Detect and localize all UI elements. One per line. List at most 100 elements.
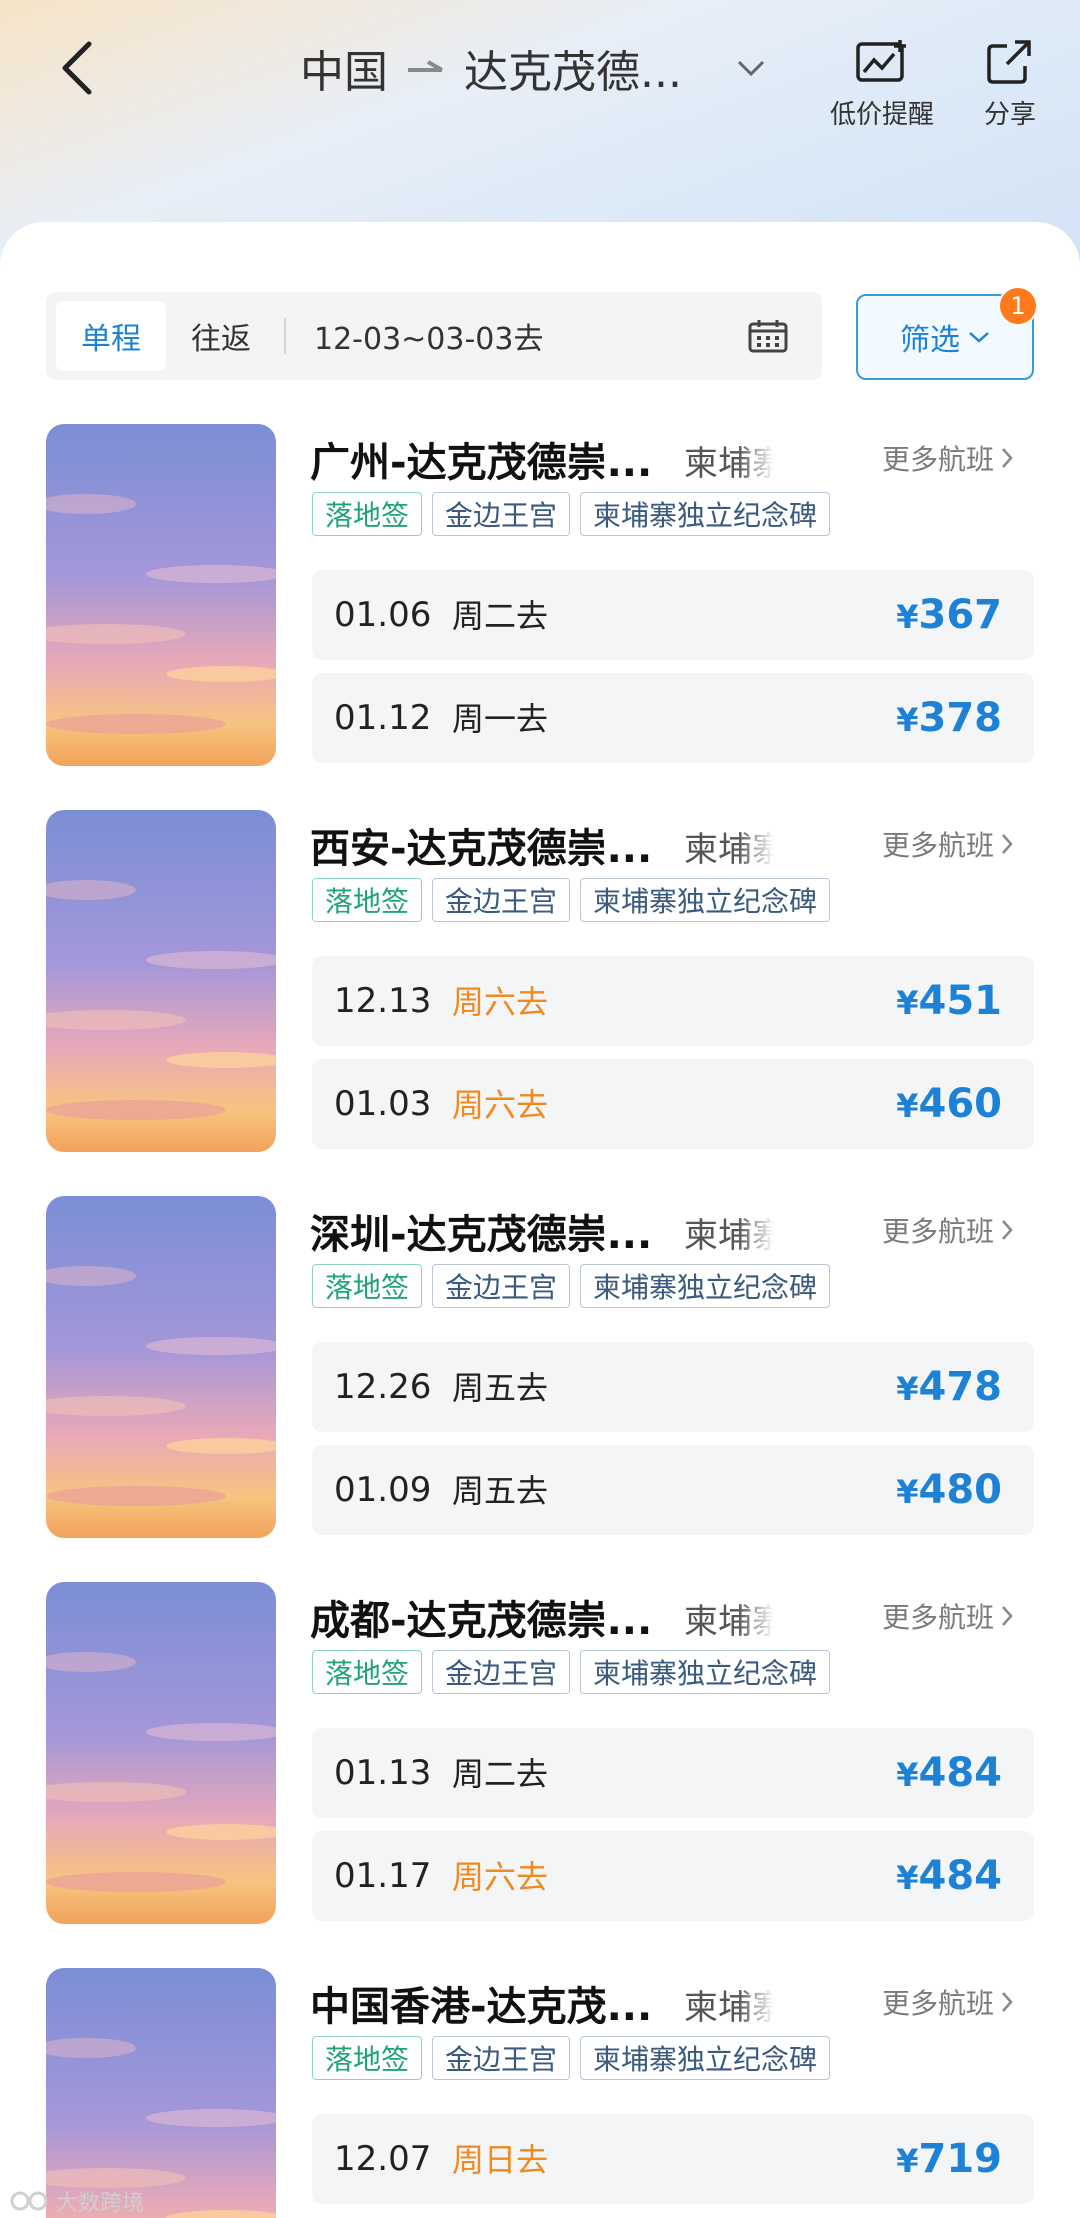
currency-symbol: ¥ xyxy=(896,1087,919,1125)
price-alert-label: 低价提醒 xyxy=(829,100,934,130)
destination-tag: 金边王宫 xyxy=(432,878,571,922)
price-value: 478 xyxy=(918,1364,1003,1410)
watermark: 大数跨境 xyxy=(10,2186,144,2216)
destination-tag: 柬埔寨独立纪念碑 xyxy=(580,1650,831,1694)
price-value: 367 xyxy=(918,592,1003,638)
destination-country: 柬埔寨 xyxy=(684,444,774,482)
fare-row[interactable]: 01.06 周二去 ¥367 xyxy=(312,570,1034,660)
destination-tag: 柬埔寨独立纪念碑 xyxy=(580,878,831,922)
chevron-right-icon xyxy=(1002,448,1013,468)
back-button[interactable] xyxy=(52,38,102,98)
departure-weekday: 周一去 xyxy=(452,700,549,738)
more-flights-link[interactable]: 更多航班 xyxy=(882,1596,1014,1636)
destination-card[interactable]: 西安-达克茂德崇... 柬埔寨 更多航班落地签 金边王宫 柬埔寨独立纪念碑 12.13 周六… xyxy=(0,810,1080,1156)
tab-one-way[interactable]: 单程 xyxy=(56,301,166,371)
chevron-right-icon xyxy=(1002,1992,1013,2012)
destination-tags: 落地签 金边王宫 柬埔寨独立纪念碑 xyxy=(312,1650,831,1694)
origin-city: 中国 xyxy=(300,47,388,98)
destination-country: 柬埔寨 xyxy=(684,1602,774,1640)
fare-row[interactable]: 01.09 周五去 ¥480 xyxy=(312,1445,1034,1535)
tab-round-trip[interactable]: 往返 xyxy=(166,301,276,371)
back-arrow-icon xyxy=(62,41,92,95)
destination-tags: 落地签 金边王宫 柬埔寨独立纪念碑 xyxy=(312,2036,831,2080)
chevron-right-icon xyxy=(1002,1606,1013,1626)
destination-tag: 金边王宫 xyxy=(432,1264,571,1308)
more-flights-label: 更多航班 xyxy=(882,443,995,476)
currency-symbol: ¥ xyxy=(896,598,919,636)
departure-date: 01.06 xyxy=(334,595,432,635)
currency-symbol: ¥ xyxy=(896,1756,919,1794)
departure-date: 12.13 xyxy=(334,981,432,1021)
toolbar-divider xyxy=(284,318,286,354)
destination-tag: 柬埔寨独立纪念碑 xyxy=(580,1264,831,1308)
destination-country: 柬埔寨 xyxy=(684,1216,774,1254)
currency-symbol: ¥ xyxy=(896,1859,919,1897)
destination-tag: 柬埔寨独立纪念碑 xyxy=(580,2036,831,2080)
share-button[interactable]: 分享 xyxy=(970,38,1050,131)
destination-photo xyxy=(46,424,276,766)
share-label: 分享 xyxy=(983,100,1036,130)
price-value: 460 xyxy=(918,1081,1003,1127)
route-selector[interactable]: 中国 达克茂德... xyxy=(300,38,766,98)
destination-tags: 落地签 金边王宫 柬埔寨独立纪念碑 xyxy=(312,492,831,536)
destination-title: 中国香港-达克茂... xyxy=(310,1984,653,2028)
destination-card[interactable]: 中国香港-达克茂... 柬埔寨 更多航班落地签 金边王宫 柬埔寨独立纪念碑 12.07 周日… xyxy=(0,1968,1080,2218)
price-alert-button[interactable]: 低价提醒 xyxy=(822,38,942,131)
destination-tag: 落地签 xyxy=(312,1650,423,1694)
more-flights-label: 更多航班 xyxy=(882,1601,995,1634)
departure-date: 01.17 xyxy=(334,1856,432,1896)
chevron-down-icon xyxy=(969,332,989,343)
more-flights-link[interactable]: 更多航班 xyxy=(882,1210,1014,1250)
departure-date: 01.09 xyxy=(334,1470,432,1510)
fare-price: ¥478 xyxy=(896,1342,1002,1432)
filter-label: 筛选 xyxy=(900,323,960,358)
date-range[interactable]: 12-03~03-03去 xyxy=(314,314,748,358)
departure-date: 12.26 xyxy=(334,1367,432,1407)
fare-row[interactable]: 01.03 周六去 ¥460 xyxy=(312,1059,1034,1149)
fare-row[interactable]: 01.13 周二去 ¥484 xyxy=(312,1728,1034,1818)
fare-price: ¥367 xyxy=(896,570,1002,660)
currency-symbol: ¥ xyxy=(896,1370,919,1408)
currency-symbol: ¥ xyxy=(896,1473,919,1511)
destination-city: 达克茂德... xyxy=(464,47,682,98)
destination-tag: 柬埔寨独立纪念碑 xyxy=(580,492,831,536)
destination-tag: 落地签 xyxy=(312,1264,423,1308)
departure-date: 01.03 xyxy=(334,1084,432,1124)
destination-card[interactable]: 深圳-达克茂德崇... 柬埔寨 更多航班 落地签 金边王宫 柬埔寨独立纪念碑 12.26 周五… xyxy=(0,1196,1080,1542)
destination-tags: 落地签 金边王宫 柬埔寨独立纪念碑 xyxy=(312,1264,831,1308)
destination-photo xyxy=(46,1582,276,1924)
price-value: 719 xyxy=(918,2136,1003,2182)
destination-tag: 落地签 xyxy=(312,2036,423,2080)
destination-country: 柬埔寨 xyxy=(684,830,774,868)
destination-tags: 落地签 金边王宫 柬埔寨独立纪念碑 xyxy=(312,878,831,922)
route-arrow-icon xyxy=(408,60,443,72)
departure-date: 01.12 xyxy=(334,698,432,738)
more-flights-link[interactable]: 更多航班 xyxy=(882,438,1014,478)
destination-card[interactable]: 成都-达克茂德崇... 柬埔寨 更多航班 落地签 金边王宫 柬埔寨独立纪念碑 01.13 周二… xyxy=(0,1582,1080,1928)
more-flights-link[interactable]: 更多航班 xyxy=(882,824,1014,864)
destination-tag: 落地签 xyxy=(312,878,423,922)
fare-price: ¥378 xyxy=(896,673,1002,763)
calendar-icon[interactable] xyxy=(748,319,788,353)
fare-row[interactable]: 12.07 周日去 ¥719 xyxy=(312,2114,1034,2204)
destination-photo xyxy=(46,810,276,1152)
trip-type-toolbar: 单程 往返 12-03~03-03去 xyxy=(46,292,822,380)
destination-country: 柬埔寨 xyxy=(684,1988,774,2026)
departure-date: 01.13 xyxy=(334,1753,432,1793)
departure-date: 12.07 xyxy=(334,2139,432,2179)
departure-weekday: 周日去 xyxy=(452,2141,549,2179)
more-flights-link[interactable]: 更多航班 xyxy=(882,1982,1014,2022)
fare-row[interactable]: 12.13 周六去 ¥451 xyxy=(312,956,1034,1046)
fare-row[interactable]: 01.12 周一去 ¥378 xyxy=(312,673,1034,763)
price-value: 484 xyxy=(918,1853,1003,1899)
fare-row[interactable]: 01.17 周六去 ¥484 xyxy=(312,1831,1034,1921)
chevron-down-icon xyxy=(737,60,765,77)
departure-weekday: 周六去 xyxy=(452,983,549,1021)
more-flights-label: 更多航班 xyxy=(882,1215,995,1248)
fare-row[interactable]: 12.26 周五去 ¥478 xyxy=(312,1342,1034,1432)
more-flights-label: 更多航班 xyxy=(882,1987,995,2020)
watermark-text: 大数跨境 xyxy=(56,2191,145,2216)
departure-weekday: 周六去 xyxy=(452,1086,549,1124)
destination-card[interactable]: 广州-达克茂德崇... 柬埔寨 更多航班 落地签 金边王宫 柬埔寨独立纪念碑 01.06 周二… xyxy=(0,424,1080,770)
destination-title: 西安-达克茂德崇... xyxy=(310,826,653,870)
